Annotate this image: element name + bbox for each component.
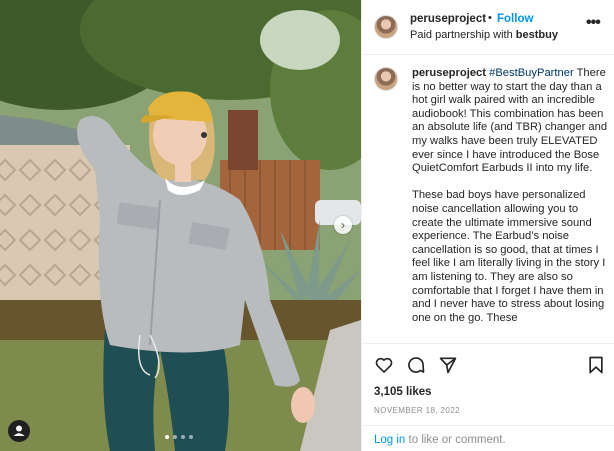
carousel-dot bbox=[181, 435, 185, 439]
carousel-dot-active bbox=[165, 435, 169, 439]
likes-count[interactable]: 3,105 likes bbox=[374, 386, 432, 398]
action-icons bbox=[374, 355, 458, 375]
carousel-dot bbox=[173, 435, 177, 439]
post-actions: 3,105 likes NOVEMBER 18, 2022 Log in to … bbox=[362, 343, 614, 451]
post-details-panel: peruseproject • Follow Paid partnership … bbox=[361, 0, 614, 451]
photo-scene bbox=[0, 0, 361, 451]
partner-prefix: Paid partnership with bbox=[410, 29, 513, 41]
tagged-users-button[interactable] bbox=[8, 420, 30, 442]
login-prompt-text: Log in to like or comment. bbox=[374, 434, 506, 446]
post-date[interactable]: NOVEMBER 18, 2022 bbox=[374, 406, 460, 415]
login-prompt: Log in to like or comment. bbox=[362, 425, 614, 451]
bookmark-icon[interactable] bbox=[586, 355, 606, 375]
next-slide-button[interactable]: › bbox=[334, 216, 352, 234]
author-username[interactable]: peruseproject bbox=[410, 13, 486, 25]
caption-paragraph: These bad boys have personalized noise c… bbox=[412, 189, 612, 325]
caption-hashtag[interactable]: #BestBuyPartner bbox=[489, 67, 574, 79]
post-header: peruseproject • Follow Paid partnership … bbox=[362, 0, 614, 55]
heart-icon[interactable] bbox=[374, 355, 394, 375]
comment-icon[interactable] bbox=[406, 355, 426, 375]
author-avatar[interactable] bbox=[374, 15, 398, 39]
post-caption: peruseproject #BestBuyPartner There is n… bbox=[362, 56, 614, 343]
caption-text: peruseproject #BestBuyPartner There is n… bbox=[412, 67, 612, 339]
caption-author-avatar[interactable] bbox=[374, 67, 398, 91]
share-icon[interactable] bbox=[438, 355, 458, 375]
login-link[interactable]: Log in bbox=[374, 434, 405, 446]
paid-partnership-label: Paid partnership with bestbuy bbox=[410, 29, 558, 41]
caption-body-1: There is no better way to start the day … bbox=[412, 67, 608, 175]
caption-paragraph: peruseproject #BestBuyPartner There is n… bbox=[412, 67, 612, 176]
caption-body-2: These bad boys have personalized noise c… bbox=[412, 189, 606, 324]
partner-name-link[interactable]: bestbuy bbox=[516, 29, 558, 41]
header-separator: • bbox=[488, 12, 492, 24]
post-photo[interactable]: › bbox=[0, 0, 361, 451]
carousel-dot bbox=[189, 435, 193, 439]
follow-button[interactable]: Follow bbox=[497, 13, 533, 25]
user-icon bbox=[13, 425, 25, 436]
carousel-indicator bbox=[165, 435, 193, 439]
login-prompt-rest: to like or comment. bbox=[405, 434, 506, 446]
more-options-icon[interactable]: ••• bbox=[586, 14, 601, 32]
caption-username[interactable]: peruseproject bbox=[412, 67, 486, 79]
